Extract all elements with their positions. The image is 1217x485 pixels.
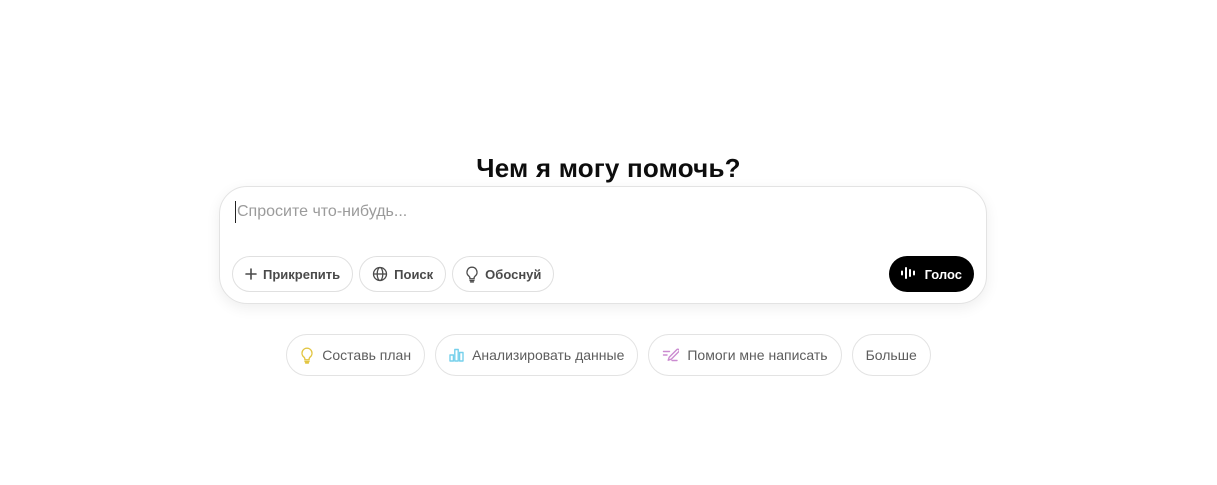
lightbulb-icon bbox=[465, 266, 479, 283]
plus-icon bbox=[245, 268, 257, 280]
voice-label: Голос bbox=[924, 266, 962, 282]
suggestion-analyze-data[interactable]: Анализировать данные bbox=[435, 334, 639, 376]
attach-label: Прикрепить bbox=[263, 266, 341, 282]
page-title: Чем я могу помочь? bbox=[476, 153, 741, 184]
reason-label: Обоснуй bbox=[485, 266, 542, 282]
pen-icon bbox=[662, 348, 680, 362]
suggestion-chips: Составь план Анализировать данные Помоги… bbox=[0, 334, 1217, 376]
suggestion-more[interactable]: Больше bbox=[851, 334, 931, 376]
suggestion-label: Анализировать данные bbox=[472, 347, 625, 363]
voice-button[interactable]: Голос bbox=[888, 256, 974, 292]
bar-chart-icon bbox=[449, 348, 464, 362]
suggestion-make-plan[interactable]: Составь план bbox=[286, 334, 426, 376]
voice-waveform-icon bbox=[900, 265, 918, 284]
composer: Прикрепить Поиск bbox=[219, 186, 987, 304]
lightbulb-icon bbox=[300, 346, 314, 364]
search-button[interactable]: Поиск bbox=[359, 256, 447, 292]
suggestion-label: Составь план bbox=[322, 347, 412, 363]
attach-button[interactable]: Прикрепить bbox=[232, 256, 354, 292]
suggestion-label: Больше bbox=[865, 347, 917, 363]
globe-icon bbox=[372, 266, 388, 282]
chat-home: Чем я могу помочь? Прикрепить Поиск bbox=[0, 0, 1217, 485]
search-label: Поиск bbox=[394, 266, 434, 282]
suggestion-help-write[interactable]: Помоги мне написать bbox=[648, 334, 842, 376]
prompt-input[interactable] bbox=[235, 201, 937, 223]
reason-button[interactable]: Обоснуй bbox=[452, 256, 555, 292]
suggestion-label: Помоги мне написать bbox=[687, 347, 828, 363]
composer-tools: Прикрепить Поиск Обоснуй bbox=[232, 256, 555, 292]
